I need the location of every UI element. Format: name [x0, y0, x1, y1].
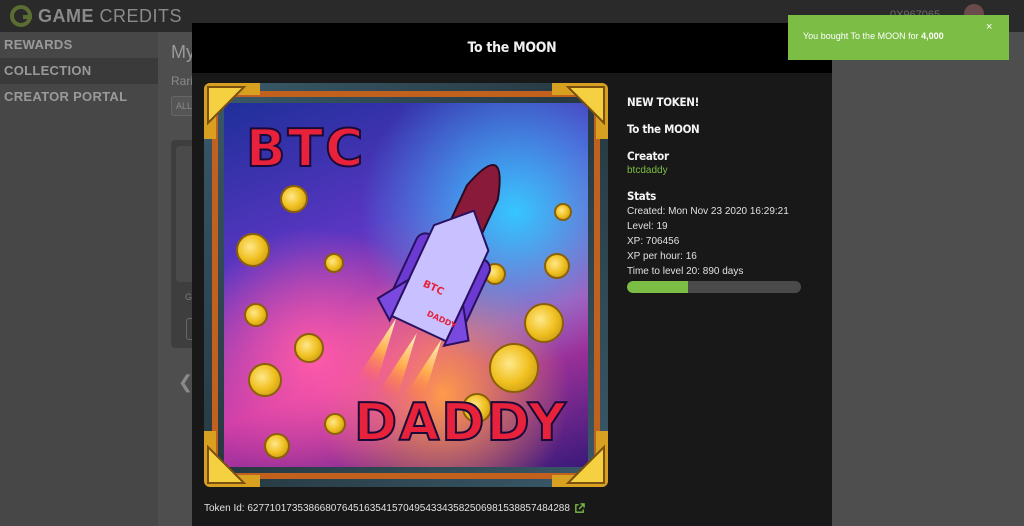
rocket-illustration: BTC DADDY [357, 164, 501, 403]
sidebar-item-collection[interactable]: COLLECTION [0, 58, 158, 84]
stat-level: Level: 19 [627, 221, 668, 232]
modal-header: To the MOON [192, 23, 832, 73]
stat-time-to-level: Time to level 20: 890 days [627, 266, 744, 277]
toast-message: You bought To the MOON for 4,000 [803, 31, 944, 41]
creator-link[interactable]: btcdaddy [627, 165, 817, 176]
creator-heading: Creator [627, 149, 669, 163]
token-info-panel: NEW TOKEN! To the MOON Creator btcdaddy … [627, 95, 817, 279]
purchase-toast: You bought To the MOON for 4,000 × [788, 15, 1009, 60]
new-token-badge: NEW TOKEN! [627, 95, 700, 109]
stat-xp: XP: 706456 [627, 236, 680, 247]
frame-corner-ornament-icon [552, 83, 608, 139]
logo-g-icon [10, 5, 32, 27]
artwork-title-bottom: DADDY [353, 392, 568, 454]
frame-corner-ornament-icon [204, 431, 260, 487]
artwork-title-top: BTC [245, 118, 366, 180]
token-id-row: Token Id: 627710173538668076451635415704… [204, 503, 585, 514]
frame-corner-ornament-icon [552, 431, 608, 487]
token-name: To the MOON [627, 122, 700, 136]
game-credits-logo[interactable]: GAME CREDITS [10, 5, 182, 27]
logo-text: GAME CREDITS [38, 5, 183, 26]
stats-heading: Stats [627, 189, 656, 203]
sidebar-item-creator-portal[interactable]: CREATOR PORTAL [0, 84, 158, 110]
frame-corner-ornament-icon [204, 83, 260, 139]
artwork-image: BTC DADDY BTC DADDY [224, 103, 588, 467]
stat-xp-per-hour: XP per hour: 16 [627, 251, 697, 262]
token-modal: To the MOON BTC DADDY BTC DADDY NEW TOKE… [192, 23, 832, 526]
level-progress-fill [627, 281, 688, 293]
token-artwork: BTC DADDY BTC DADDY [204, 83, 608, 487]
close-icon[interactable]: × [986, 21, 992, 33]
toast-amount: 4,000 [921, 31, 944, 41]
prev-page-icon[interactable]: ❮ [178, 372, 193, 393]
modal-title: To the MOON [467, 40, 557, 56]
level-progress-bar [627, 281, 801, 293]
sidebar: REWARDS COLLECTION CREATOR PORTAL [0, 32, 158, 526]
sidebar-item-rewards[interactable]: REWARDS [0, 32, 158, 58]
token-id-text: Token Id: 627710173538668076451635415704… [204, 503, 570, 514]
external-link-icon[interactable] [574, 503, 585, 514]
stat-created: Created: Mon Nov 23 2020 16:29:21 [627, 206, 789, 217]
